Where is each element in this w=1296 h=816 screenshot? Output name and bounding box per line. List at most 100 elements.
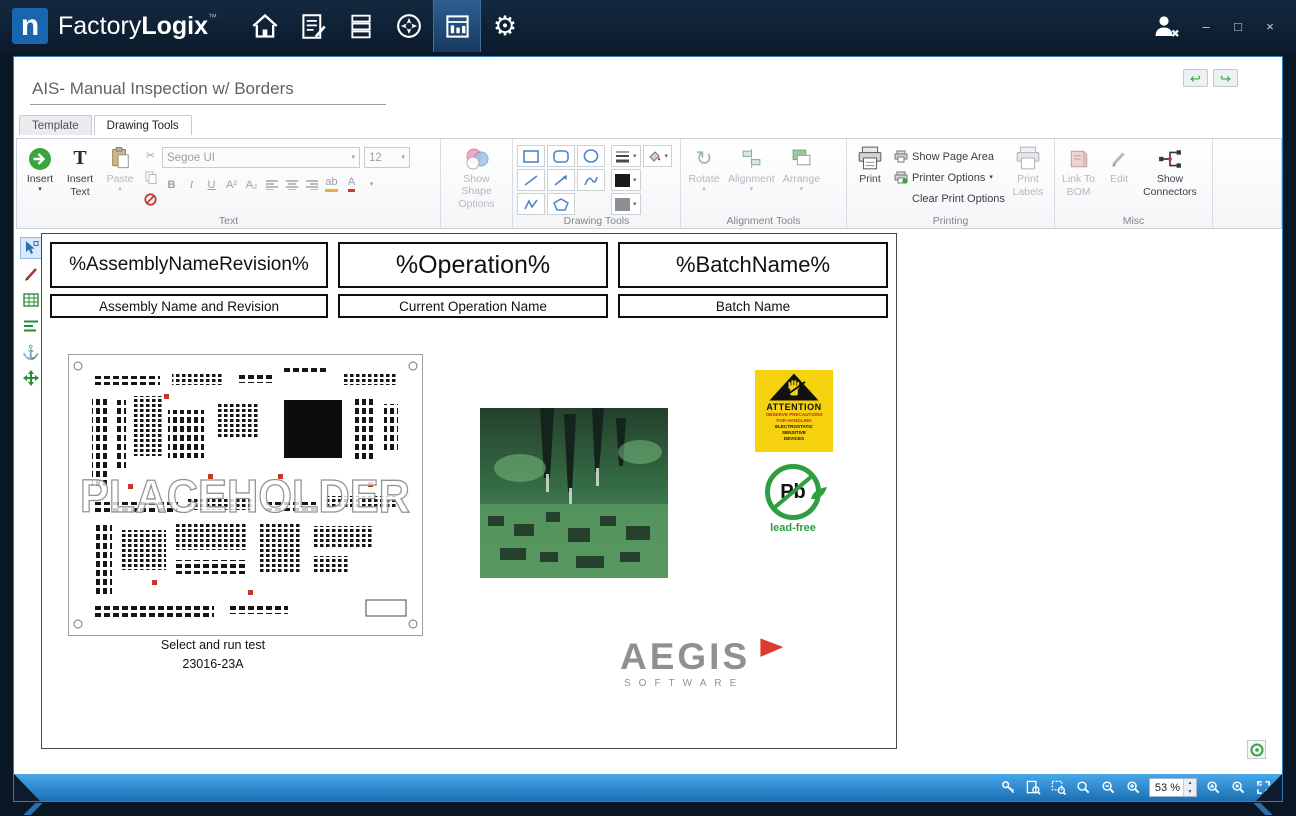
field-value: %BatchName% (618, 242, 888, 288)
printer-options-button[interactable]: Printer Options ▾ (891, 169, 1007, 186)
draw-curve-button[interactable] (577, 169, 605, 191)
titlebar-right: – □ × (1146, 8, 1284, 44)
nav-documents-button[interactable] (433, 0, 481, 52)
alignment-button[interactable]: Alignment ▾ (725, 143, 778, 195)
print-labels-button[interactable]: Print Labels (1009, 143, 1047, 200)
print-button[interactable]: Print (851, 143, 889, 187)
zoom-actual-button[interactable] (1229, 779, 1247, 797)
nav-tracking-button[interactable] (385, 0, 433, 52)
lock-view-button[interactable] (999, 779, 1017, 797)
pen-tool-button[interactable] (20, 263, 42, 285)
nav-home-button[interactable] (241, 0, 289, 52)
pcb-caption-text[interactable]: Select and run test 23016-23A (68, 636, 358, 675)
draw-ellipse-button[interactable] (577, 145, 605, 167)
zoom-out-button[interactable] (1099, 779, 1117, 797)
connectors-icon (1158, 148, 1182, 170)
line-style-select[interactable]: ▾ (611, 145, 641, 167)
zoom-dynamic-button[interactable] (1074, 779, 1092, 797)
field-batch-name[interactable]: %BatchName% Batch Name (618, 242, 888, 318)
italic-button[interactable]: I (182, 175, 201, 194)
undo-button[interactable]: ↩ (1183, 69, 1208, 87)
draw-polyline-button[interactable] (517, 193, 545, 215)
underline-button[interactable]: U (202, 175, 221, 194)
clear-formatting-button[interactable] (141, 190, 160, 209)
inspection-photo[interactable] (480, 408, 668, 578)
show-page-area-button[interactable]: Show Page Area (891, 148, 1007, 165)
subscript-button[interactable]: A₂ (242, 175, 261, 194)
zoom-page-button[interactable] (1024, 779, 1042, 797)
draw-rounded-rectangle-button[interactable] (547, 145, 575, 167)
redo-icon: ↪ (1220, 72, 1231, 85)
align-left-button[interactable] (262, 175, 281, 194)
chevron-down-icon: ▾ (702, 186, 706, 193)
stack-icon (348, 13, 374, 40)
zoom-spin-down-button[interactable]: ▼ (1184, 788, 1196, 797)
insert-button[interactable]: Insert ▾ (21, 143, 59, 195)
draw-polygon-button[interactable] (547, 193, 575, 215)
zoom-region-button[interactable] (1049, 779, 1067, 797)
font-color-button[interactable]: A (342, 175, 361, 194)
chevron-down-icon: ▾ (800, 186, 804, 193)
zoom-region-icon (1051, 780, 1066, 795)
page-fit-button[interactable] (1247, 740, 1266, 759)
arrange-button[interactable]: Arrange ▾ (780, 143, 823, 195)
aegis-logo[interactable]: AEGIS SOFTWARE (620, 638, 786, 689)
pcb-placeholder-image[interactable]: PLACEHOLDER (68, 354, 423, 636)
zoom-level-value[interactable]: 53 % (1150, 779, 1183, 796)
shape-buttons (517, 143, 605, 215)
grid-tool-button[interactable] (20, 289, 42, 311)
user-logout-button[interactable] (1146, 8, 1186, 44)
more-format-button[interactable]: ▾ (362, 175, 381, 194)
move-icon (23, 370, 39, 386)
bold-button[interactable]: B (162, 175, 181, 194)
nav-settings-button[interactable]: ⚙ (481, 0, 529, 52)
field-caption: Batch Name (618, 294, 888, 318)
tab-drawing-tools[interactable]: Drawing Tools (94, 115, 192, 135)
link-to-bom-button[interactable]: Link To BOM (1059, 143, 1098, 200)
close-button[interactable]: × (1262, 19, 1278, 34)
draw-line-button[interactable] (517, 169, 545, 191)
show-shape-options-button[interactable]: Show Shape Options (445, 143, 508, 212)
align-right-button[interactable] (302, 175, 321, 194)
font-family-select[interactable]: Segoe UI▾ (162, 147, 360, 168)
align-guides-button[interactable] (20, 315, 42, 337)
draw-rectangle-button[interactable] (517, 145, 545, 167)
maximize-button[interactable]: □ (1230, 19, 1246, 34)
insert-text-button[interactable]: T Insert Text (61, 143, 99, 200)
template-page[interactable]: %AssemblyNameRevision% Assembly Name and… (41, 233, 897, 749)
align-center-icon (286, 180, 298, 190)
text-highlight-button[interactable]: ab (322, 175, 341, 194)
tab-template[interactable]: Template (19, 115, 92, 135)
anchor-tool-button[interactable]: ⚓ (20, 341, 42, 363)
select-tool-button[interactable] (20, 237, 42, 259)
zoom-spin-up-button[interactable]: ▲ (1184, 779, 1196, 788)
paste-button[interactable]: Paste ▾ (101, 143, 139, 195)
show-connectors-button[interactable]: Show Connectors (1140, 143, 1200, 200)
ribbon-group-misc: Link To BOM Edit Show Connectors Misc (1055, 139, 1213, 228)
nav-forms-button[interactable] (289, 0, 337, 52)
clear-print-options-button[interactable]: Clear Print Options (891, 190, 1007, 207)
zoom-arrow-icon (1206, 780, 1221, 795)
rotate-button[interactable]: ↻ Rotate ▾ (685, 143, 723, 195)
minimize-button[interactable]: – (1198, 19, 1214, 34)
field-assembly-name[interactable]: %AssemblyNameRevision% Assembly Name and… (50, 242, 328, 318)
zoom-in-button[interactable] (1124, 779, 1142, 797)
zoom-selected-button[interactable] (1204, 779, 1222, 797)
move-tool-button[interactable] (20, 367, 42, 389)
cut-button[interactable]: ✂ (141, 146, 160, 165)
edit-button[interactable]: Edit (1100, 143, 1138, 187)
redo-button[interactable]: ↪ (1213, 69, 1238, 87)
template-title[interactable]: AIS- Manual Inspection w/ Borders (30, 79, 386, 105)
lead-free-mark[interactable]: Pb lead-free (757, 464, 829, 534)
esd-warning-label[interactable]: ATTENTION OBSERVE PRECAUTIONS FOR HANDLI… (755, 370, 833, 452)
fill-color-select[interactable]: ▾ (643, 145, 673, 167)
shape-fill-select[interactable]: ▾ (611, 193, 641, 215)
field-operation[interactable]: %Operation% Current Operation Name (338, 242, 608, 318)
line-color-select[interactable]: ▾ (611, 169, 641, 191)
copy-button[interactable] (141, 168, 160, 187)
superscript-button[interactable]: A² (222, 175, 241, 194)
nav-materials-button[interactable] (337, 0, 385, 52)
font-size-select[interactable]: 12▾ (364, 147, 410, 168)
draw-arrow-button[interactable] (547, 169, 575, 191)
align-center-button[interactable] (282, 175, 301, 194)
